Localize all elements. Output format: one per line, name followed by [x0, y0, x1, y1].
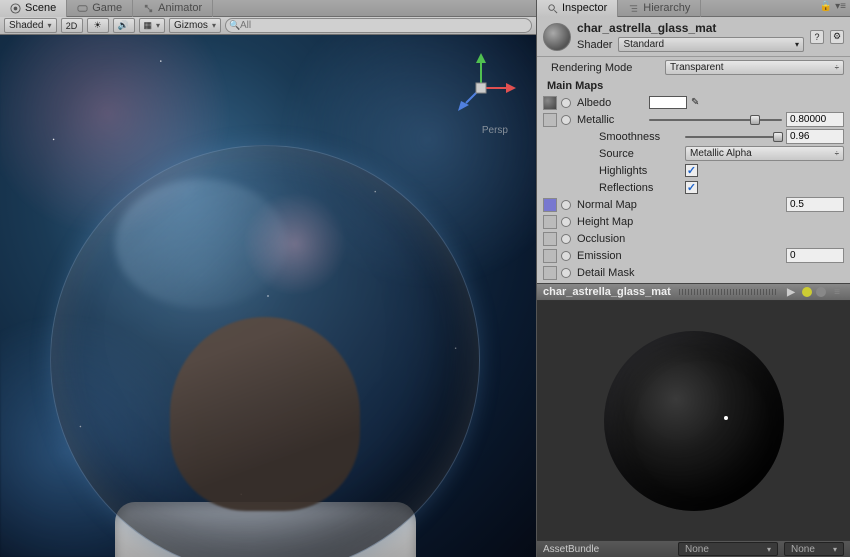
astronaut-helmet — [50, 145, 480, 557]
preview-title: char_astrella_glass_mat — [543, 286, 671, 298]
tab-game-label: Game — [92, 2, 122, 14]
hierarchy-icon — [628, 3, 639, 14]
tab-game[interactable]: Game — [67, 0, 133, 17]
left-tab-bar: Scene Game Animator — [0, 0, 536, 17]
main-maps-header: Main Maps — [543, 76, 844, 94]
fx-icon: ▦ — [144, 20, 153, 31]
tab-animator[interactable]: Animator — [133, 0, 213, 17]
tab-hierarchy-label: Hierarchy — [643, 2, 690, 14]
light-icon: ☀ — [93, 20, 101, 31]
persp-label: Persp — [482, 125, 508, 136]
rendering-mode-dropdown[interactable]: Transparent÷ — [665, 60, 844, 75]
smoothness-label: Smoothness — [543, 131, 681, 143]
preview-light2-icon[interactable] — [816, 287, 826, 297]
gear-icon[interactable]: ⚙ — [830, 30, 844, 44]
metallic-slider[interactable] — [649, 112, 782, 127]
gizmos-dropdown[interactable]: Gizmos▾ — [169, 18, 221, 33]
normal-value[interactable] — [786, 197, 844, 212]
occlusion-texture-slot[interactable] — [543, 232, 557, 246]
metallic-picker[interactable] — [561, 115, 571, 125]
albedo-texture-slot[interactable] — [543, 96, 557, 110]
tab-scene[interactable]: Scene — [0, 0, 67, 17]
material-header: char_astrella_glass_mat Shader Standard▾… — [537, 17, 850, 57]
scene-icon — [10, 3, 21, 14]
panel-lock-icon[interactable]: 🔒 — [820, 1, 832, 12]
tab-scene-label: Scene — [25, 2, 56, 14]
normal-texture-slot[interactable] — [543, 198, 557, 212]
metallic-label: Metallic — [575, 114, 645, 126]
highlights-label: Highlights — [543, 165, 681, 177]
help-icon[interactable]: ? — [810, 30, 824, 44]
scene-search: 🔍 — [225, 18, 532, 33]
assetbundle-variant-dropdown[interactable]: None▾ — [784, 542, 844, 556]
preview-sphere — [604, 331, 784, 511]
height-picker[interactable] — [561, 217, 571, 227]
right-tab-bar: Inspector Hierarchy 🔒 ▾≡ — [537, 0, 850, 17]
scene-viewport[interactable]: Persp — [0, 35, 536, 557]
material-preview-icon — [543, 23, 571, 51]
shader-dropdown[interactable]: Standard▾ — [618, 37, 804, 52]
metallic-value[interactable] — [786, 112, 844, 127]
detailmask-texture-slot[interactable] — [543, 266, 557, 280]
height-texture-slot[interactable] — [543, 215, 557, 229]
search-icon: 🔍 — [229, 20, 240, 31]
audio-icon: 🔊 — [118, 20, 129, 31]
tab-animator-label: Animator — [158, 2, 202, 14]
inspector-pane: Inspector Hierarchy 🔒 ▾≡ char_astrella_g… — [537, 0, 850, 557]
material-properties: Rendering Mode Transparent÷ Main Maps Al… — [537, 57, 850, 283]
smoothness-value[interactable] — [786, 129, 844, 144]
albedo-label: Albedo — [575, 97, 645, 109]
tab-inspector[interactable]: Inspector — [537, 0, 618, 17]
occlusion-picker[interactable] — [561, 234, 571, 244]
preview-play-icon[interactable]: ▶ — [784, 285, 798, 299]
albedo-color[interactable] — [649, 96, 687, 109]
toggle-fx[interactable]: ▦▾ — [139, 18, 166, 33]
emission-label: Emission — [575, 250, 782, 262]
animator-icon — [143, 3, 154, 14]
metallic-texture-slot[interactable] — [543, 113, 557, 127]
reflections-checkbox[interactable]: ✓ — [685, 181, 698, 194]
eyedropper-icon[interactable]: ✎ — [691, 97, 703, 108]
occlusion-label: Occlusion — [575, 233, 693, 245]
tab-hierarchy[interactable]: Hierarchy — [618, 0, 701, 17]
scene-toolbar: Shaded▾ 2D ☀ 🔊 ▦▾ Gizmos▾ 🔍 — [0, 17, 536, 35]
preview-header[interactable]: char_astrella_glass_mat ▶ ≡ — [537, 283, 850, 301]
preview-light1-icon[interactable] — [802, 287, 812, 297]
detailmask-picker[interactable] — [561, 268, 571, 278]
shader-label: Shader — [577, 39, 612, 51]
panel-menu-icon[interactable]: ▾≡ — [835, 1, 846, 12]
rendering-mode-label: Rendering Mode — [543, 62, 661, 74]
toggle-audio[interactable]: 🔊 — [113, 18, 135, 33]
smoothness-source-dropdown[interactable]: Metallic Alpha÷ — [685, 146, 844, 161]
preview-menu-icon[interactable]: ≡ — [830, 285, 844, 299]
emission-texture-slot[interactable] — [543, 249, 557, 263]
tab-inspector-label: Inspector — [562, 2, 607, 14]
reflections-label: Reflections — [543, 182, 681, 194]
preview-drag-handle[interactable] — [679, 289, 776, 295]
detailmask-label: Detail Mask — [575, 267, 693, 279]
normal-picker[interactable] — [561, 200, 571, 210]
toggle-2d[interactable]: 2D — [61, 18, 83, 33]
highlights-checkbox[interactable]: ✓ — [685, 164, 698, 177]
assetbundle-bar: AssetBundle None▾ None▾ — [537, 540, 850, 557]
material-name: char_astrella_glass_mat — [577, 21, 804, 35]
source-label: Source — [543, 148, 681, 160]
scene-pane: Scene Game Animator Shaded▾ 2D ☀ 🔊 ▦▾ Gi… — [0, 0, 537, 557]
albedo-picker[interactable] — [561, 98, 571, 108]
normal-label: Normal Map — [575, 199, 782, 211]
game-icon — [77, 3, 88, 14]
inspector-icon — [547, 3, 558, 14]
scene-search-input[interactable] — [225, 18, 532, 33]
height-label: Height Map — [575, 216, 693, 228]
orientation-gizmo[interactable] — [446, 53, 516, 123]
draw-mode-dropdown[interactable]: Shaded▾ — [4, 18, 57, 33]
emission-picker[interactable] — [561, 251, 571, 261]
material-preview[interactable] — [537, 301, 850, 540]
assetbundle-label: AssetBundle — [543, 544, 599, 555]
emission-value[interactable] — [786, 248, 844, 263]
smoothness-slider[interactable] — [685, 129, 782, 144]
assetbundle-name-dropdown[interactable]: None▾ — [678, 542, 778, 556]
toggle-lighting[interactable]: ☀ — [87, 18, 109, 33]
